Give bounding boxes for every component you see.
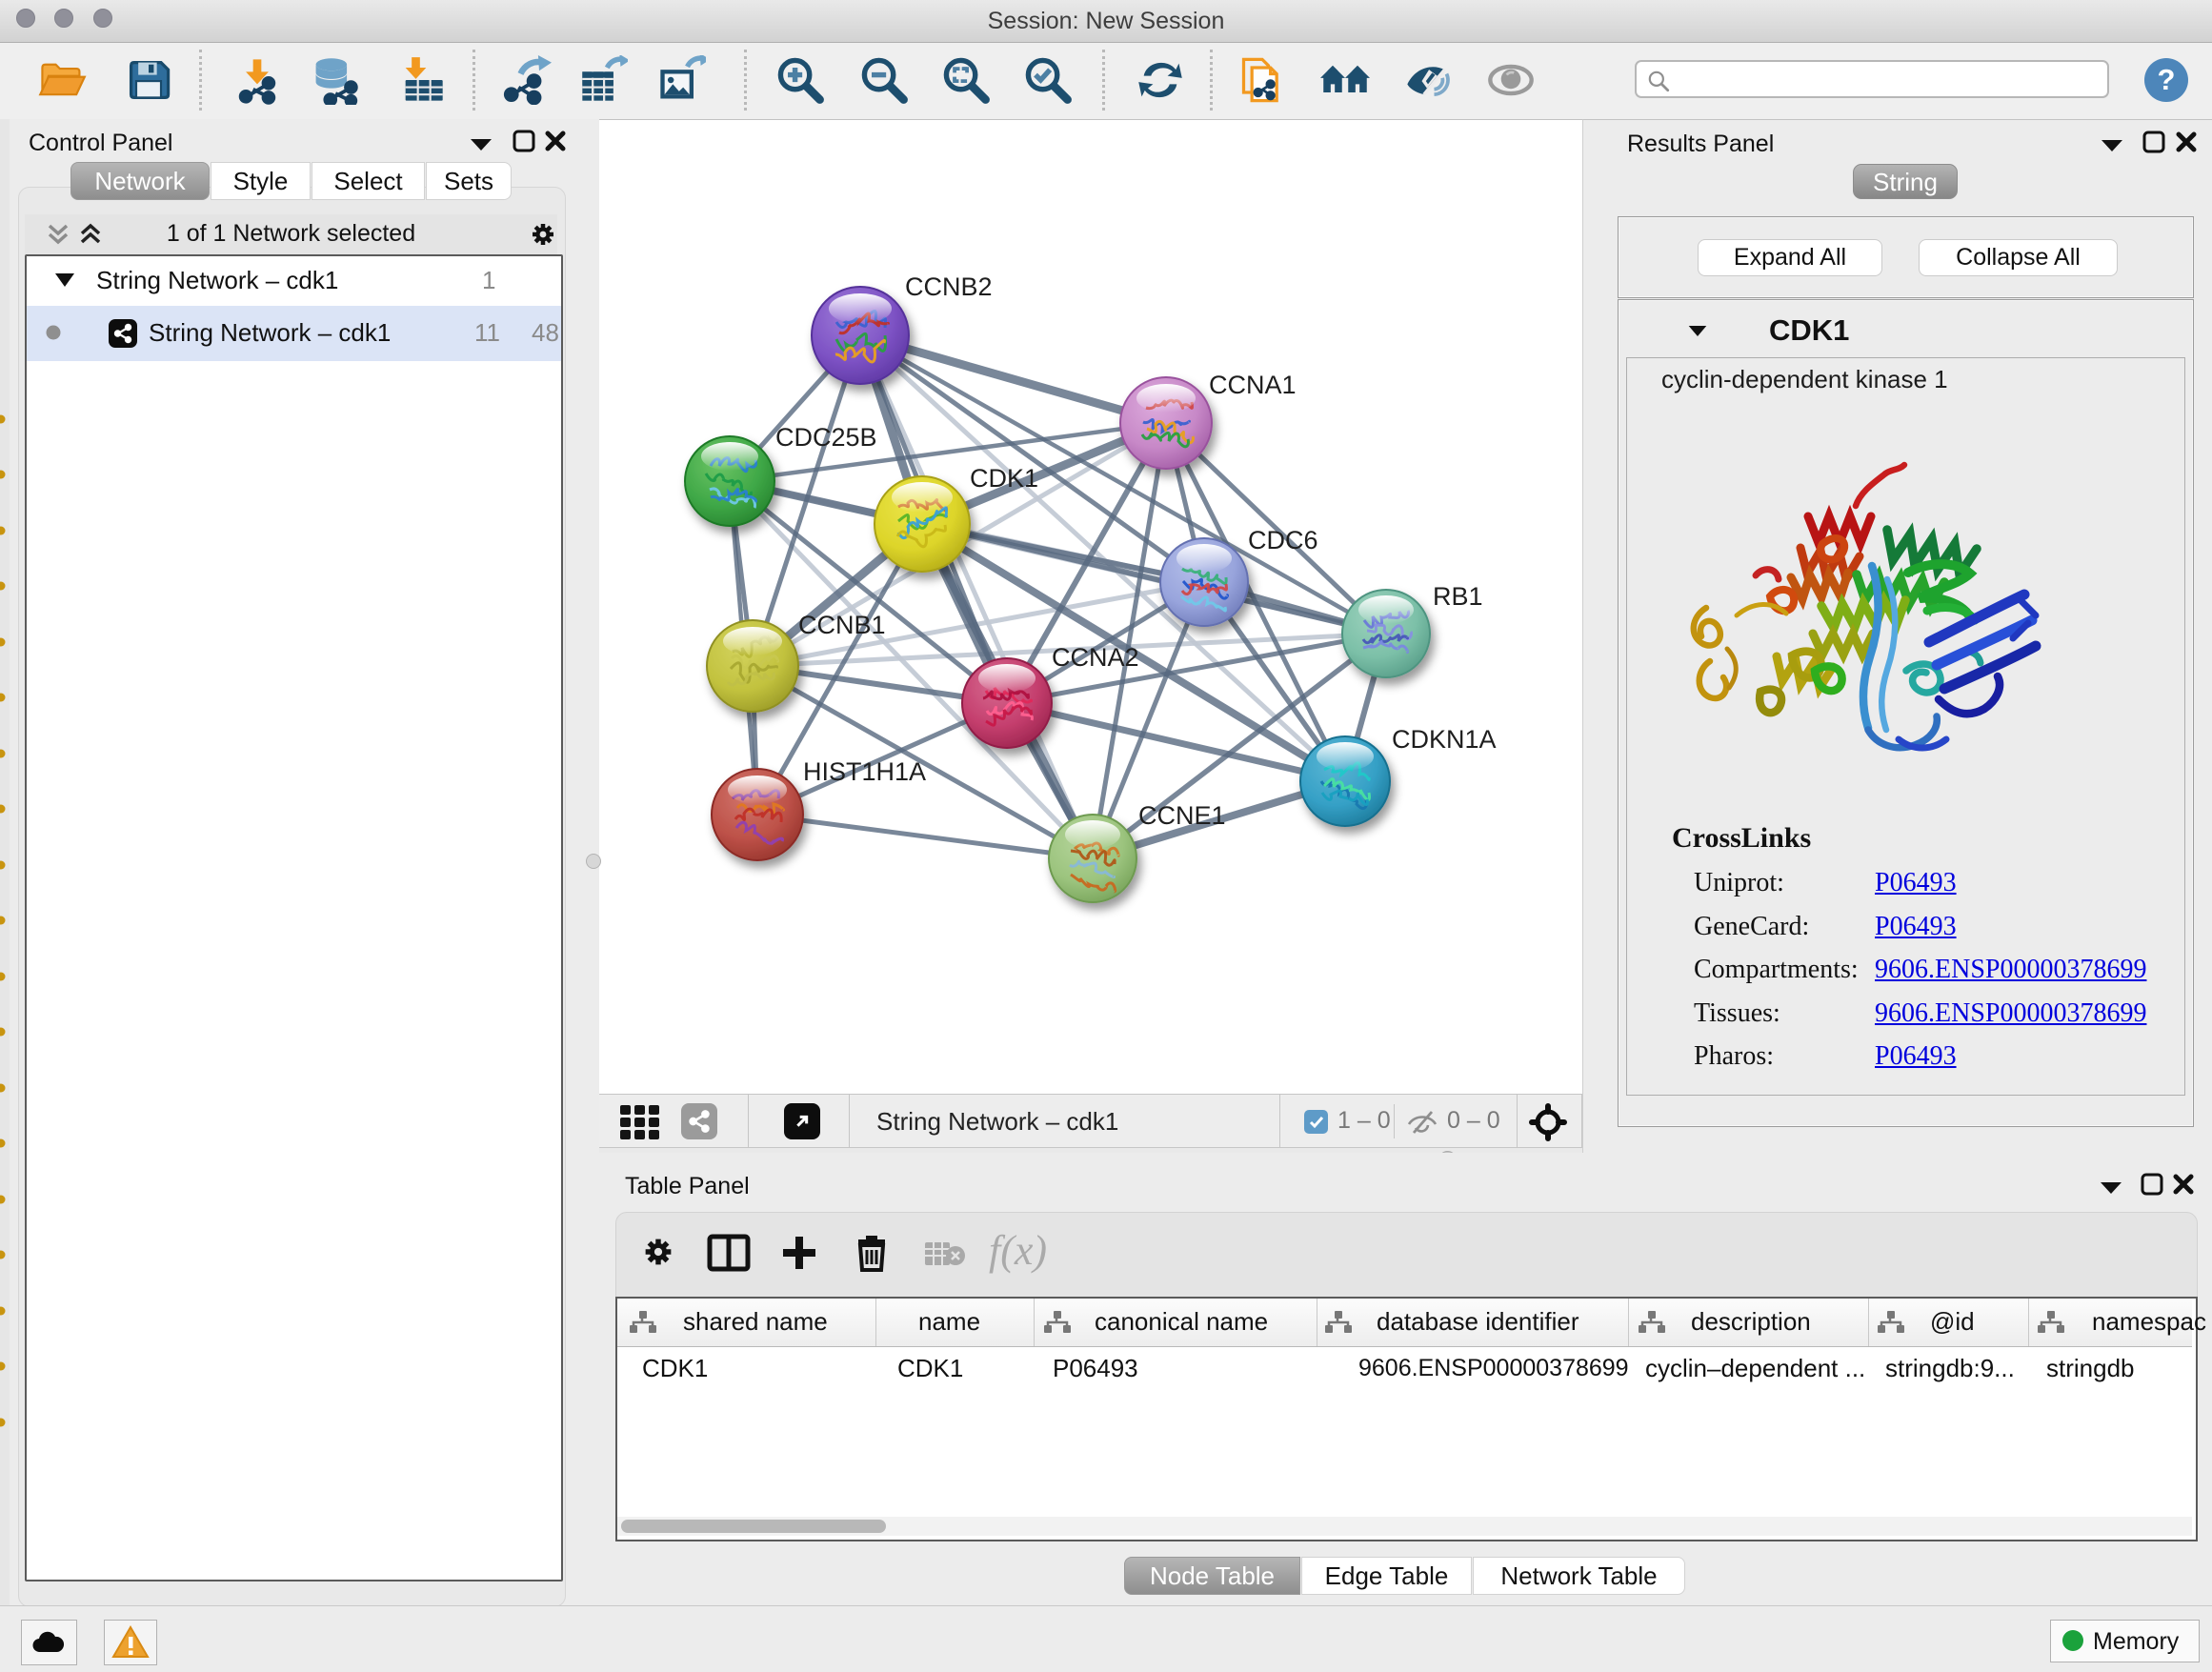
svg-text:CDC25B: CDC25B xyxy=(775,423,877,452)
svg-text:CCNA2: CCNA2 xyxy=(1052,643,1139,672)
svg-text:CDKN1A: CDKN1A xyxy=(1392,725,1497,754)
svg-text:HIST1H1A: HIST1H1A xyxy=(803,757,926,786)
svg-text:CDK1: CDK1 xyxy=(970,464,1038,493)
svg-text:RB1: RB1 xyxy=(1433,582,1483,611)
svg-text:CDC6: CDC6 xyxy=(1248,526,1318,554)
svg-text:CCNE1: CCNE1 xyxy=(1138,801,1226,830)
svg-text:CCNB2: CCNB2 xyxy=(905,272,993,301)
svg-text:CCNA1: CCNA1 xyxy=(1209,371,1297,399)
svg-text:CCNB1: CCNB1 xyxy=(798,611,886,639)
